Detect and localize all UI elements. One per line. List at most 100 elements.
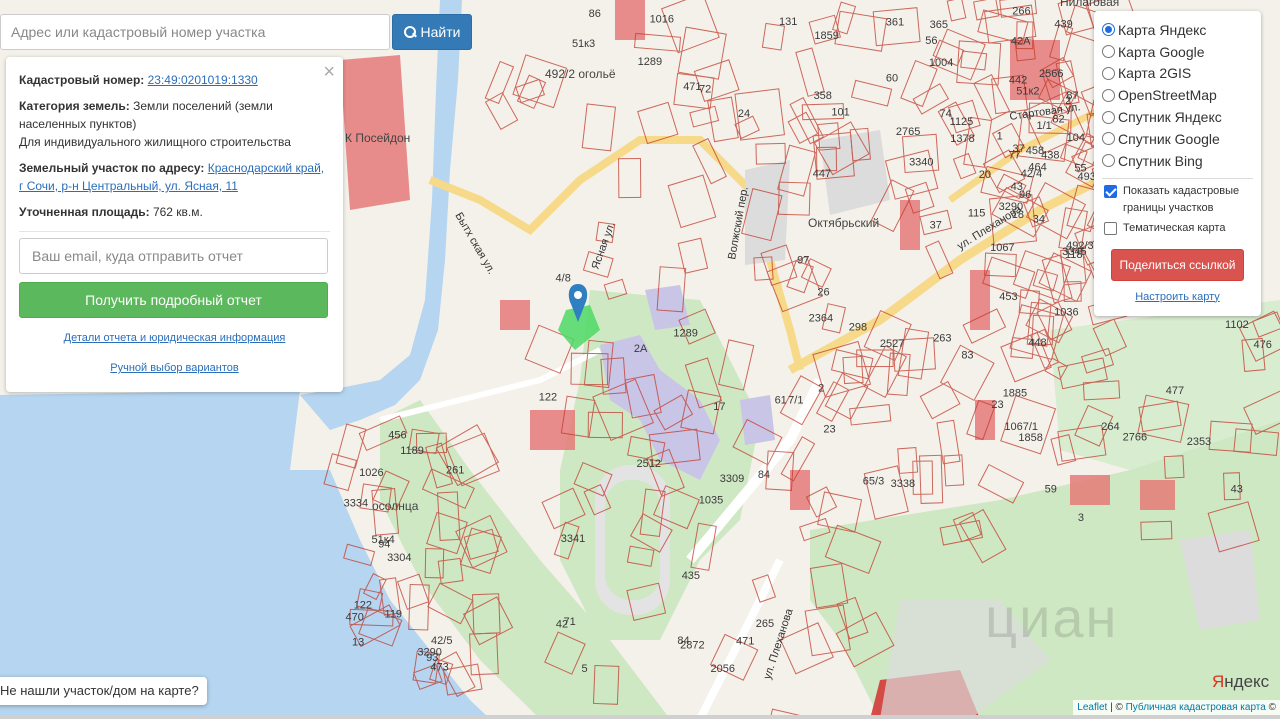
parcel-number-label: 447 (813, 168, 831, 180)
parcel-number-label: 471 (736, 635, 754, 647)
parcel-number-label: 101 (831, 106, 849, 118)
parcel-number-label: 1035 (699, 495, 723, 507)
layer-option-label: Карта Google (1118, 43, 1205, 60)
parcel-number-label: 1004 (929, 57, 953, 69)
layer-radio[interactable] (1102, 110, 1115, 124)
layer-option[interactable]: Карта 2GIS (1102, 63, 1253, 85)
parcel-number-label: 2 (818, 383, 824, 395)
layer-option-label: Карта Яндекс (1118, 21, 1207, 38)
show-borders-checkbox[interactable] (1104, 184, 1117, 198)
parcel-number-label: 72 (699, 84, 711, 96)
layer-control: Карта Яндекс Карта Google Карта 2GIS OpenSt… (1094, 11, 1261, 316)
parcel-number-label: 74 (940, 108, 952, 120)
parcel-number-label: 24 (738, 108, 750, 120)
parcel-number-label: 2765 (896, 126, 920, 138)
layer-radio[interactable] (1102, 132, 1115, 146)
parcel-number-label: 20 (979, 169, 991, 181)
map-attribution: Leaflet | © Публичная кадастровая карта … (1073, 700, 1280, 715)
parcel-number-label: 358 (814, 90, 832, 102)
thematic-map-label: Тематическая карта (1123, 221, 1226, 234)
search-icon (403, 26, 416, 38)
parcel-number-label: 51к4 (372, 534, 395, 546)
search-input[interactable] (0, 14, 390, 50)
close-icon[interactable]: × (323, 62, 335, 82)
parcel-number-label: 1858 (1018, 432, 1042, 444)
parcel-number-label: 1125 (950, 116, 974, 128)
parcel-number-label: 13 (352, 637, 364, 649)
parcel-number-label: 2364 (809, 313, 833, 325)
report-details-link[interactable]: Детали отчета и юридическая информация (19, 332, 330, 344)
layer-option[interactable]: Спутник Яндекс (1102, 106, 1253, 128)
layer-option[interactable]: OpenStreetMap (1102, 84, 1253, 106)
parcel-number-label: 83 (961, 349, 973, 361)
thematic-map-option[interactable]: Тематическая карта (1102, 220, 1253, 237)
parcel-number-label: 119 (385, 608, 403, 620)
layer-option[interactable]: Карта Google (1102, 41, 1253, 63)
parcel-number-label: 43 (1231, 483, 1243, 495)
manual-selection-link[interactable]: Ручной выбор вариантов (19, 362, 330, 374)
parcel-number-label: 3 (1078, 512, 1084, 524)
parcel-number-label: 5 (581, 663, 587, 675)
parcel-number-label: 42 (556, 619, 568, 631)
base-layer-list: Карта Яндекс Карта Google Карта 2GIS OpenSt… (1102, 19, 1253, 172)
layer-option[interactable]: Карта Яндекс (1102, 19, 1253, 41)
email-field[interactable] (19, 238, 328, 274)
search-bar: Найти (0, 14, 472, 50)
parcel-number-label: 476 (1253, 339, 1271, 351)
parcel-number-label: 34 (1033, 214, 1045, 226)
layer-radio[interactable] (1102, 23, 1115, 37)
layer-option[interactable]: Спутник Google (1102, 128, 1253, 150)
parcel-number-label: 3340 (909, 157, 933, 169)
parcel-number-label: 1036 (1054, 307, 1078, 319)
parcel-number-label: 1102 (1225, 319, 1249, 331)
parcel-number-label: 448 (1028, 337, 1046, 349)
layer-radio[interactable] (1102, 45, 1115, 59)
parcel-number-label: 122 (539, 392, 557, 404)
parcel-number-label: 61 (775, 394, 787, 406)
get-report-button[interactable]: Получить подробный отчет (19, 282, 328, 318)
parcel-number-label: 1026 (359, 467, 383, 479)
parcel-number-label: 86 (589, 8, 601, 20)
parcel-number-label: 65/3 (863, 475, 884, 487)
parcel-number-label: 3345 (1062, 246, 1086, 258)
parcel-number-label: 7/1 (788, 395, 803, 407)
land-category-row: Категория земель: Земли поселений (земли… (19, 97, 330, 151)
parcel-number-label: 96 (1019, 189, 1031, 201)
area-label: Уточненная площадь: (19, 205, 150, 219)
parcel-number-label: 115 (968, 208, 986, 220)
parcel-number-label: 1885 (1003, 388, 1027, 400)
thematic-map-checkbox[interactable] (1104, 221, 1117, 235)
area-row: Уточненная площадь: 762 кв.м. (19, 203, 330, 221)
parcel-number-label: 261 (446, 465, 464, 477)
parcel-number-label: 93 (426, 652, 438, 664)
parcel-number-label: 365 (930, 19, 948, 31)
address-row: Земельный участок по адресу: Краснодарск… (19, 159, 330, 195)
layer-option[interactable]: Спутник Bing (1102, 150, 1253, 172)
category-label: Категория земель: (19, 99, 130, 113)
configure-map-link[interactable]: Настроить карту (1102, 291, 1253, 303)
leaflet-link[interactable]: Leaflet (1077, 702, 1107, 713)
parcel-number-label: 2А (634, 343, 648, 355)
parcel-number-label: 2512 (637, 458, 661, 470)
cadastral-label: Кадастровый номер: (19, 73, 145, 87)
parcel-number-label: 37 (930, 220, 942, 232)
layer-radio[interactable] (1102, 88, 1115, 102)
parcel-number-label: 1859 (814, 30, 838, 42)
yandex-logo: Яндекс (1212, 672, 1269, 692)
show-borders-option[interactable]: Показать кадастровые границы участков (1102, 183, 1253, 217)
bottom-edge (0, 715, 1280, 719)
parcel-number-label: 59 (1045, 484, 1057, 496)
pkk-link[interactable]: Публичная кадастровая карта (1126, 702, 1266, 713)
cian-watermark: циан (985, 586, 1119, 649)
not-found-button[interactable]: Не нашли участок/дом на карте? (0, 677, 207, 705)
parcel-number-label: 1189 (400, 445, 424, 457)
search-button[interactable]: Найти (392, 14, 472, 50)
layer-radio[interactable] (1102, 66, 1115, 80)
attribution-separator: | © (1107, 702, 1126, 713)
cadastral-number-link[interactable]: 23:49:0201019:1330 (148, 73, 258, 87)
layer-radio[interactable] (1102, 154, 1115, 168)
parcel-number-label: 17 (713, 401, 725, 413)
parcel-number-label: 1289 (673, 328, 697, 340)
share-link-button[interactable]: Поделиться ссылкой (1111, 248, 1244, 281)
yandex-logo-ya: Я (1212, 672, 1225, 691)
